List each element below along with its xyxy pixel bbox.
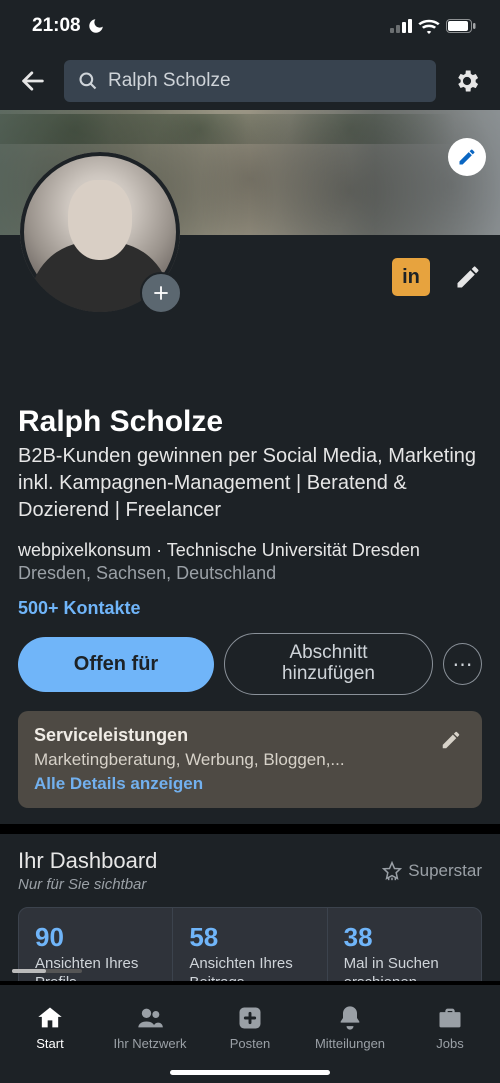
search-value: Ralph Scholze [108, 70, 231, 92]
bottom-tab-bar: Start Ihr Netzwerk Posten Mitteilungen J… [0, 981, 500, 1083]
profile-headline: B2B-Kunden gewinnen per Social Media, Ma… [18, 443, 482, 524]
dashboard-title: Ihr Dashboard [18, 848, 157, 874]
search-input[interactable]: Ralph Scholze [64, 60, 436, 102]
dashboard-subtitle: Nur für Sie sichtbar [18, 876, 157, 893]
wifi-icon [418, 18, 440, 34]
more-button[interactable]: ⋯ [443, 643, 482, 685]
network-icon [136, 1004, 164, 1032]
home-indicator[interactable] [170, 1070, 330, 1075]
edit-services-button[interactable] [436, 725, 466, 755]
settings-button[interactable] [448, 62, 486, 100]
tab-network[interactable]: Ihr Netzwerk [100, 985, 200, 1069]
services-card[interactable]: Serviceleistungen Marketingberatung, Wer… [18, 711, 482, 808]
status-bar: 21:08 [0, 0, 500, 52]
cell-signal-icon [390, 19, 412, 33]
bell-icon [336, 1004, 364, 1032]
home-icon [36, 1004, 64, 1032]
search-icon [78, 71, 98, 91]
edit-cover-button[interactable] [448, 138, 486, 176]
top-nav: Ralph Scholze [0, 52, 500, 110]
star-icon [382, 861, 402, 881]
battery-icon [446, 19, 476, 33]
linkedin-badge[interactable]: in [392, 258, 430, 296]
profile-name: Ralph Scholze [18, 405, 482, 439]
company-education: webpixelkonsum · Technische Universität … [18, 540, 482, 561]
horizontal-scrollbar[interactable] [12, 969, 82, 973]
tab-home[interactable]: Start [0, 985, 100, 1069]
location: Dresden, Sachsen, Deutschland [18, 563, 482, 584]
open-to-button[interactable]: Offen für [18, 637, 214, 692]
add-avatar-button[interactable] [140, 272, 182, 314]
dnd-moon-icon [87, 17, 105, 35]
profile-avatar[interactable] [20, 152, 180, 312]
briefcase-icon [436, 1004, 464, 1032]
add-section-button[interactable]: Abschnitt hinzufügen [224, 633, 433, 695]
superstar-badge[interactable]: Superstar [382, 861, 482, 881]
back-button[interactable] [14, 62, 52, 100]
connections-link[interactable]: 500+ Kontakte [18, 598, 482, 619]
services-title: Serviceleistungen [34, 725, 436, 746]
tab-jobs[interactable]: Jobs [400, 985, 500, 1069]
services-details-link[interactable]: Alle Details anzeigen [34, 774, 436, 794]
post-icon [236, 1004, 264, 1032]
tab-post[interactable]: Posten [200, 985, 300, 1069]
edit-profile-button[interactable] [454, 263, 482, 291]
services-description: Marketingberatung, Werbung, Bloggen,... [34, 750, 394, 770]
tab-notifications[interactable]: Mitteilungen [300, 985, 400, 1069]
status-time: 21:08 [32, 15, 81, 37]
section-divider [0, 824, 500, 834]
